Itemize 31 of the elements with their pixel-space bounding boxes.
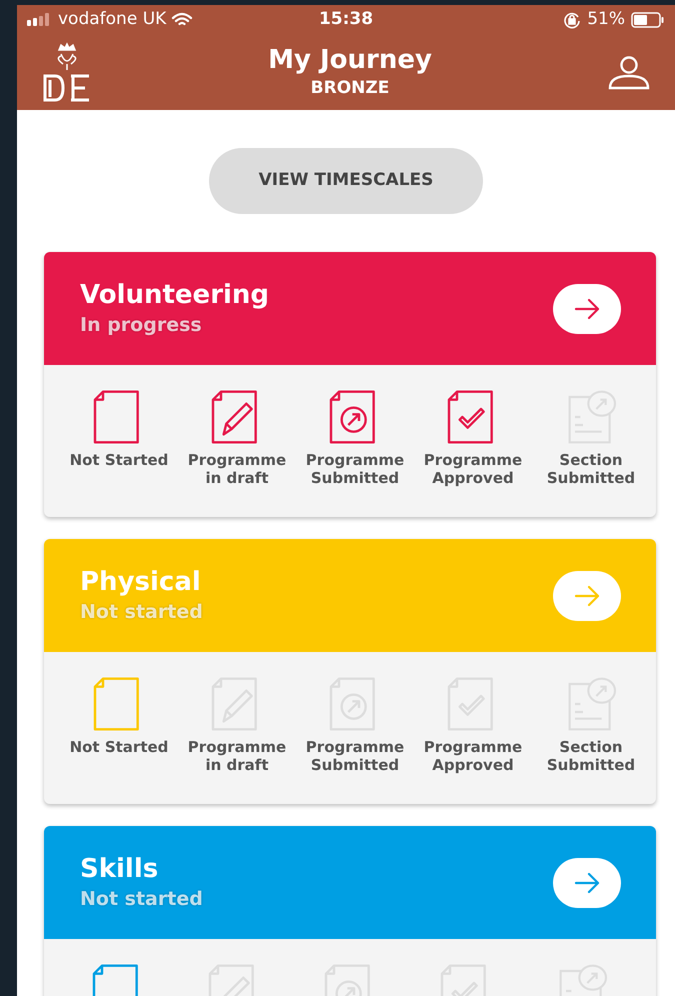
open-section-button[interactable]	[553, 858, 621, 908]
section-title: Physical	[80, 566, 202, 598]
stage-label: Programme in draft	[186, 738, 288, 774]
stage-label: Not Started	[68, 738, 170, 756]
arrow-right-icon	[574, 584, 600, 606]
section-status: Not started	[80, 886, 203, 912]
open-section-button[interactable]	[553, 284, 621, 334]
carrier-name: vodafone UK	[58, 8, 166, 32]
arrow-right-icon	[574, 298, 600, 320]
section-title: Volunteering	[80, 278, 270, 310]
stage-label: Programme Submitted	[304, 451, 406, 487]
stage-label: Programme in draft	[186, 451, 288, 487]
level-label: BRONZE	[310, 76, 390, 100]
battery-percent: 51%	[587, 8, 625, 32]
page-title: My Journey	[268, 44, 432, 76]
status-time: 15:38	[318, 8, 374, 32]
stage-label: Programme Approved	[422, 738, 524, 774]
section-title: Skills	[80, 852, 160, 884]
arrow-right-icon	[574, 872, 600, 894]
wifi-icon	[171, 12, 194, 28]
section-status: Not started	[80, 600, 203, 624]
section-status: In progress	[80, 312, 203, 338]
rotation-lock-icon	[563, 11, 582, 29]
stage-label: Section Submitted	[546, 738, 636, 774]
stage-label: Section Submitted	[546, 451, 636, 487]
battery-icon	[631, 12, 665, 28]
view-timescales-button[interactable]: VIEW TIMESCALES	[209, 148, 483, 214]
stage-label: Programme Approved	[422, 451, 524, 487]
stage-label: Programme Submitted	[304, 738, 406, 774]
profile-icon[interactable]	[607, 56, 651, 90]
stage-label: Not Started	[68, 451, 170, 469]
